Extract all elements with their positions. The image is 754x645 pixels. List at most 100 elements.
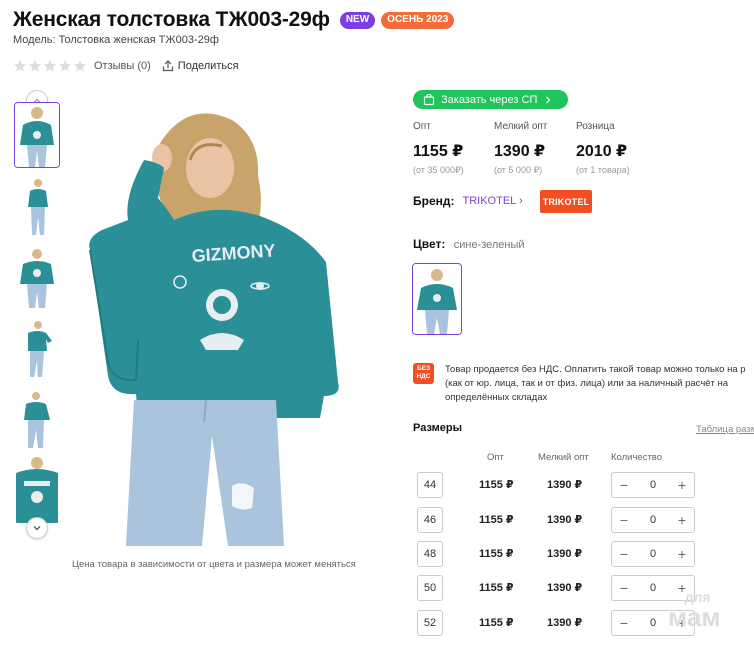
order-via-sp-button[interactable]: Заказать через СП: [413, 90, 568, 109]
brand-link[interactable]: TRIKOTEL ›: [463, 195, 523, 207]
thumbnail-list: [14, 102, 62, 528]
share-icon: [162, 60, 173, 72]
share-button[interactable]: Поделиться: [162, 60, 239, 72]
header-small-opt: Мелкий опт: [538, 452, 589, 463]
vat-line: Товар продается без НДС. Оплатить такой …: [445, 364, 746, 375]
chevron-down-icon: [33, 526, 41, 531]
brand-logo[interactable]: TRIKOTEL: [540, 190, 592, 213]
title-row: Женская толстовка ТЖ003-29ф NEW ОСЕНЬ 20…: [13, 8, 455, 32]
price-retail: Розница 2010 ₽ (от 1 товара): [576, 121, 656, 175]
quantity-value[interactable]: 0: [650, 514, 656, 526]
size-value: 44: [417, 472, 443, 498]
rating-stars: [13, 59, 87, 73]
decrement-button[interactable]: −: [618, 547, 630, 561]
thumbnail-image: [14, 457, 60, 523]
star-icon: [58, 60, 72, 72]
watermark-big: мам: [668, 602, 721, 632]
decrement-button[interactable]: −: [618, 616, 630, 630]
price-value: 1390 ₽: [494, 143, 546, 160]
quantity-value[interactable]: 0: [650, 582, 656, 594]
quantity-value[interactable]: 0: [650, 617, 656, 629]
thumbnail-image: [14, 386, 60, 452]
star-icon: [13, 60, 27, 72]
color-row: Цвет: сине-зеленый: [413, 237, 525, 251]
vat-notice: Товар продается без НДС. Оплатить такой …: [445, 363, 754, 405]
small-opt-price: 1390 ₽: [547, 514, 583, 526]
thumbnail-image: [14, 315, 60, 381]
opt-price: 1155 ₽: [479, 617, 514, 629]
size-table-link[interactable]: Таблица разм: [696, 424, 754, 435]
small-opt-price: 1390 ₽: [547, 582, 583, 594]
size-row: 44 1155 ₽ 1390 ₽ − 0 +: [417, 472, 754, 498]
star-icon: [28, 60, 42, 72]
main-product-image[interactable]: GIZMONY: [82, 100, 378, 546]
size-value: 46: [417, 507, 443, 533]
sizes-title: Размеры: [413, 422, 463, 434]
decrement-button[interactable]: −: [618, 513, 630, 527]
opt-price: 1155 ₽: [479, 548, 514, 560]
header-opt: Опт: [487, 452, 504, 463]
increment-button[interactable]: +: [676, 513, 688, 527]
season-badge: ОСЕНЬ 2023: [381, 11, 455, 29]
brand-name: TRIKOTEL: [462, 195, 516, 207]
thumbs-scroll-down-button[interactable]: [26, 517, 48, 539]
price-label: Розница: [576, 121, 615, 132]
rating-row: Отзывы (0) Поделиться: [13, 59, 239, 73]
thumbnail-3[interactable]: [14, 244, 60, 310]
model-line: Модель: Толстовка женская ТЖ003-29ф: [13, 34, 219, 46]
color-label: Цвет:: [413, 237, 446, 251]
order-button-label: Заказать через СП: [441, 93, 538, 106]
quantity-stepper: − 0 +: [611, 541, 695, 567]
new-badge: NEW: [339, 11, 376, 29]
price-condition: (от 5 000 ₽): [494, 165, 543, 175]
brand-label: Бренд:: [413, 194, 455, 208]
watermark-logo: для мам: [668, 590, 721, 630]
size-value: 52: [417, 610, 443, 636]
no-vat-icon: БЕЗ НДС: [413, 363, 434, 384]
quantity-value[interactable]: 0: [650, 479, 656, 491]
decrement-button[interactable]: −: [618, 478, 630, 492]
thumbnail-image: [14, 244, 60, 310]
small-opt-price: 1390 ₽: [547, 479, 583, 491]
cart-icon: [423, 93, 435, 105]
size-value: 48: [417, 541, 443, 567]
price-condition: (от 35 000₽): [413, 165, 464, 175]
price-opt: Опт 1155 ₽ (от 35 000₽): [413, 121, 493, 176]
thumbnail-6[interactable]: [14, 457, 60, 523]
decrement-button[interactable]: −: [618, 581, 630, 595]
thumbnail-image: [14, 173, 60, 239]
share-label: Поделиться: [177, 60, 239, 72]
star-icon: [73, 60, 87, 72]
thumbnail-1[interactable]: [14, 102, 60, 168]
size-row: 48 1155 ₽ 1390 ₽ − 0 +: [417, 541, 754, 567]
increment-button[interactable]: +: [676, 478, 688, 492]
price-condition: (от 1 товара): [576, 165, 630, 175]
thumbnail-5[interactable]: [14, 386, 60, 452]
increment-button[interactable]: +: [676, 547, 688, 561]
star-icon: [43, 60, 57, 72]
quantity-value[interactable]: 0: [650, 548, 656, 560]
vat-line: определённых складах: [445, 392, 548, 403]
thumbnail-4[interactable]: [14, 315, 60, 381]
price-label: Опт: [413, 121, 431, 132]
small-opt-price: 1390 ₽: [547, 617, 583, 629]
product-title: Женская толстовка ТЖ003-29ф: [13, 8, 330, 31]
price-value: 1155 ₽: [413, 143, 464, 160]
chevron-right-icon: [546, 96, 551, 103]
opt-price: 1155 ₽: [479, 582, 514, 594]
price-label: Мелкий опт: [494, 121, 548, 132]
reviews-link[interactable]: Отзывы (0): [94, 60, 151, 72]
opt-price: 1155 ₽: [479, 514, 514, 526]
price-small-opt: Мелкий опт 1390 ₽ (от 5 000 ₽): [494, 121, 574, 176]
brand-row: Бренд: TRIKOTEL ›: [413, 194, 523, 208]
size-value: 50: [417, 575, 443, 601]
price-value: 2010 ₽: [576, 143, 628, 160]
size-row: 46 1155 ₽ 1390 ₽ − 0 +: [417, 507, 754, 533]
color-value: сине-зеленый: [453, 239, 525, 251]
small-opt-price: 1390 ₽: [547, 548, 583, 560]
color-swatch-teal[interactable]: [412, 263, 462, 335]
quantity-stepper: − 0 +: [611, 472, 695, 498]
quantity-stepper: − 0 +: [611, 507, 695, 533]
thumbnail-2[interactable]: [14, 173, 60, 239]
vat-line: (как от юр. лица, так и от физ. лица) ил…: [445, 378, 729, 389]
